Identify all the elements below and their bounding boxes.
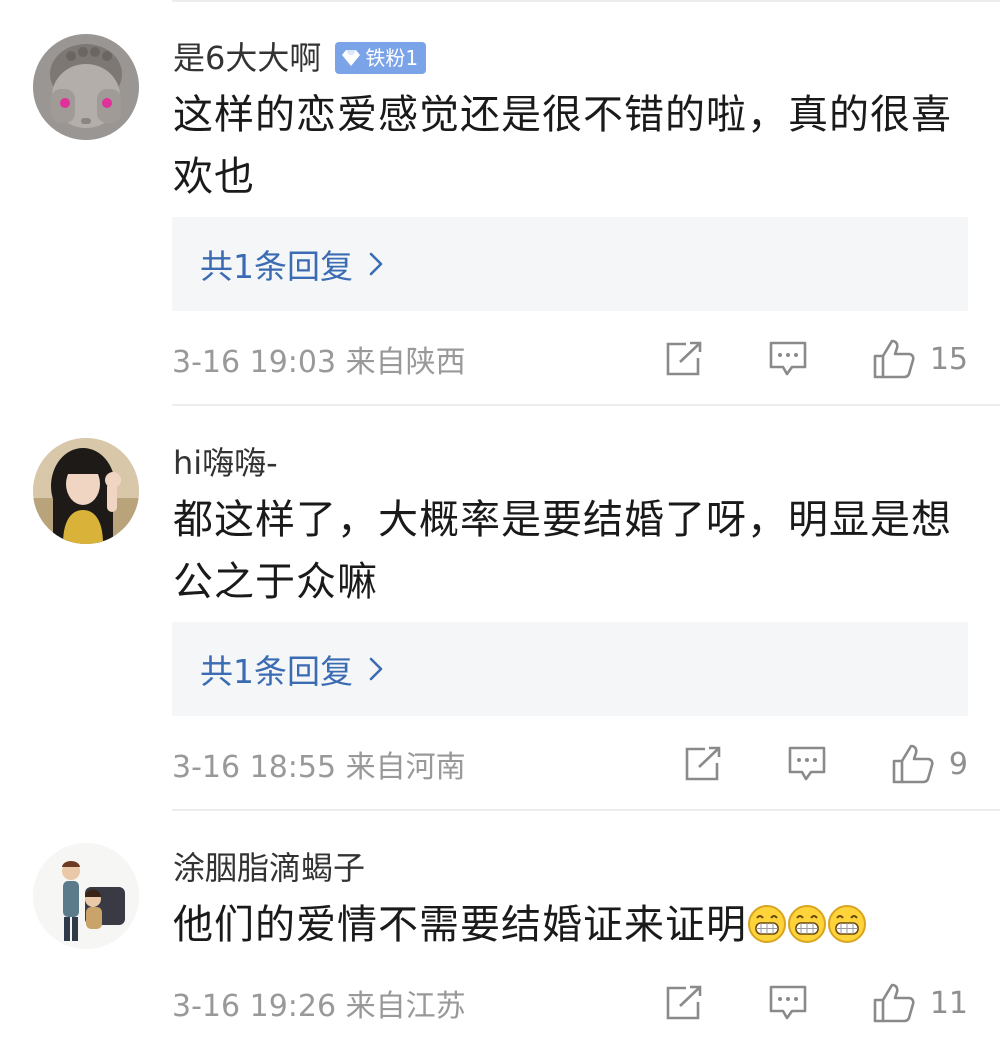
reply-box[interactable]: 共1条回复 — [172, 217, 968, 311]
reply-count-label: 共1条回复 — [200, 247, 353, 286]
grinning-face-emoji — [747, 900, 787, 962]
like-count: 9 — [948, 746, 968, 782]
chevron-right-icon — [369, 657, 383, 681]
username[interactable]: 涂胭脂滴蝎子 — [173, 846, 365, 890]
like-count: 15 — [929, 341, 968, 377]
username[interactable]: 是6大大啊 — [173, 36, 321, 80]
comment-item: hi嗨嗨- 都这样了，大概率是要结婚了呀，明显是想公之于众嘛 共1条回复 3-1… — [0, 405, 1000, 810]
like-count: 11 — [929, 985, 968, 1021]
comment-item: 涂胭脂滴蝎子 他们的爱情不需要结婚证来证明 3-16 19:26 来自江苏 11 — [0, 810, 1000, 1041]
thumbs-up-icon[interactable] — [872, 982, 916, 1024]
grinning-face-emoji — [827, 900, 867, 962]
comment-text: 都这样了，大概率是要结婚了呀，明显是想公之于众嘛 — [173, 497, 952, 605]
comment-text-body: 他们的爱情不需要结婚证来证明 — [173, 902, 747, 948]
chevron-right-icon — [369, 252, 383, 276]
comment-icon[interactable] — [787, 745, 827, 783]
comment-meta: 3-16 19:03 来自陕西 15 — [172, 334, 968, 384]
comment-actions: 9 — [683, 743, 968, 785]
fan-badge-label: 铁粉1 — [365, 46, 419, 70]
share-icon[interactable] — [683, 745, 723, 783]
reply-box[interactable]: 共1条回复 — [172, 622, 968, 716]
username-row: 是6大大啊 铁粉1 — [173, 36, 427, 80]
grinning-face-emoji — [787, 900, 827, 962]
diamond-icon — [341, 49, 361, 67]
comment-meta: 3-16 19:26 来自江苏 11 — [172, 978, 968, 1028]
comment-icon[interactable] — [768, 340, 808, 378]
username-row: hi嗨嗨- — [173, 441, 278, 485]
comment-actions: 15 — [664, 338, 968, 380]
comment-text: 他们的爱情不需要结婚证来证明 — [173, 894, 973, 962]
fan-badge[interactable]: 铁粉1 — [335, 42, 427, 74]
username[interactable]: hi嗨嗨- — [173, 441, 278, 485]
comment-list: 是6大大啊 铁粉1 这样的恋爱感觉还是很不错的啦，真的很喜欢也 共1条回复 3-… — [0, 0, 1000, 1041]
avatar[interactable] — [33, 843, 139, 949]
thumbs-up-icon[interactable] — [891, 743, 935, 785]
avatar[interactable] — [33, 438, 139, 544]
view-replies-link[interactable]: 共1条回复 — [200, 240, 383, 288]
comment-meta: 3-16 18:55 来自河南 9 — [172, 739, 968, 789]
comment-time-location: 3-16 19:26 来自江苏 — [172, 989, 466, 1024]
comment-actions: 11 — [664, 982, 968, 1024]
comment-icon[interactable] — [768, 984, 808, 1022]
comment-time-location: 3-16 18:55 来自河南 — [172, 750, 466, 785]
username-row: 涂胭脂滴蝎子 — [173, 846, 365, 890]
comment-item: 是6大大啊 铁粉1 这样的恋爱感觉还是很不错的啦，真的很喜欢也 共1条回复 3-… — [0, 0, 1000, 405]
comment-text: 这样的恋爱感觉还是很不错的啦，真的很喜欢也 — [173, 92, 952, 200]
avatar[interactable] — [33, 34, 139, 140]
reply-count-label: 共1条回复 — [200, 652, 353, 691]
share-icon[interactable] — [664, 340, 704, 378]
thumbs-up-icon[interactable] — [872, 338, 916, 380]
share-icon[interactable] — [664, 984, 704, 1022]
comment-time-location: 3-16 19:03 来自陕西 — [172, 345, 466, 380]
view-replies-link[interactable]: 共1条回复 — [200, 645, 383, 693]
